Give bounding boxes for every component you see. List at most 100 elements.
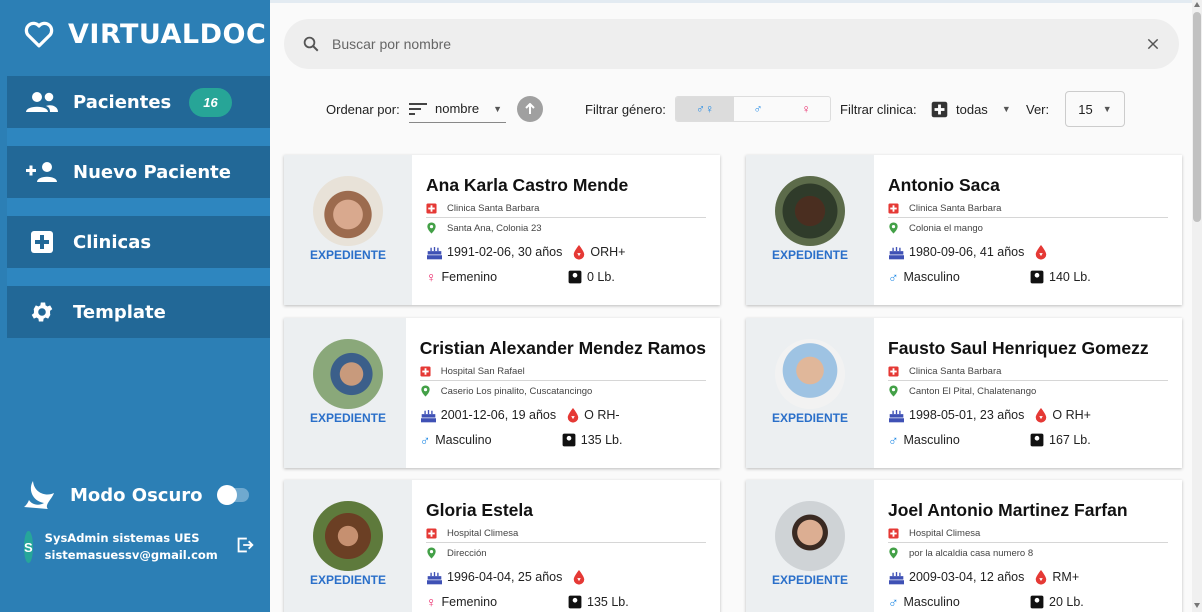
patient-clinic-row: Hospital San Rafael xyxy=(419,366,706,381)
patient-address-row: Santa Ana, Colonia 23 xyxy=(426,222,706,234)
patient-card-photo-panel: EXPEDIENTE xyxy=(284,480,412,612)
patient-card-photo-panel: EXPEDIENTE xyxy=(284,155,412,305)
scrollbar-thumb[interactable] xyxy=(1193,12,1201,222)
cake-icon xyxy=(888,408,905,423)
patient-card[interactable]: EXPEDIENTE Gloria Estela Hospital Climesa D… xyxy=(284,480,720,612)
sidebar-divider xyxy=(7,198,270,216)
expediente-link[interactable]: EXPEDIENTE xyxy=(746,411,874,425)
patient-card[interactable]: EXPEDIENTE Cristian Alexander Mendez Ramo… xyxy=(284,318,720,468)
location-pin-icon xyxy=(888,222,899,234)
gender-option-label: ♂♀ xyxy=(696,102,714,116)
expediente-link[interactable]: EXPEDIENTE xyxy=(284,411,412,425)
sort-select[interactable]: nombre ▼ xyxy=(409,95,506,123)
expediente-link[interactable]: EXPEDIENTE xyxy=(284,248,412,262)
main-content: Ordenar por: nombre ▼ Filtrar género: ♂♀… xyxy=(270,0,1202,612)
avatar xyxy=(775,176,845,246)
hospital-plus-icon xyxy=(888,366,899,377)
sidebar-item-template[interactable]: Template xyxy=(7,286,270,338)
cake-icon xyxy=(888,570,905,585)
dark-mode-toggle[interactable] xyxy=(216,485,249,505)
scrollbar[interactable] xyxy=(1192,0,1202,612)
page-size-select[interactable]: 15 ▼ xyxy=(1065,91,1125,127)
gender-symbol-icon: ♂ xyxy=(888,432,899,448)
sort-select-wrap: nombre ▼ xyxy=(409,90,506,128)
scale-icon xyxy=(1030,270,1044,284)
search-input[interactable] xyxy=(332,36,1145,52)
patient-gender-group: ♂ Masculino xyxy=(888,269,1030,285)
close-icon[interactable] xyxy=(1145,36,1161,52)
moon-icon xyxy=(24,481,54,509)
gender-symbol-icon: ♀ xyxy=(426,269,437,285)
patient-weight: 135 Lb. xyxy=(587,595,629,609)
patient-birth-row: 1996-04-04, 25 años xyxy=(426,569,706,585)
patient-clinic: Clinica Santa Barbara xyxy=(909,203,1002,214)
patient-weight-group: 167 Lb. xyxy=(1030,433,1091,447)
sidebar-item-nuevo-paciente[interactable]: Nuevo Paciente xyxy=(7,146,270,198)
sort-direction-button[interactable] xyxy=(517,96,543,122)
patient-gender: Masculino xyxy=(903,595,960,609)
user-info: SysAdmin sistemas UES sistemasuessv@gmai… xyxy=(45,530,218,564)
clinic-select[interactable]: todas ▼ xyxy=(931,95,1015,123)
patient-clinic-row: Hospital Climesa xyxy=(426,528,706,543)
patient-weight-group: 135 Lb. xyxy=(568,595,629,609)
patient-birth: 1996-04-04, 25 años xyxy=(447,570,563,584)
cake-icon xyxy=(888,245,905,260)
gender-option-all[interactable]: ♂♀ xyxy=(676,97,734,121)
patient-blood-type: ORH+ xyxy=(590,245,626,259)
patient-weight: 0 Lb. xyxy=(587,270,615,284)
patient-birth-row: 1991-02-06, 30 años ORH+ xyxy=(426,244,706,260)
gender-filter-wrap: ♂♀ ♂ ♀ xyxy=(675,90,831,128)
patient-address: Caserio Los pinalito, Cuscatancingo xyxy=(440,385,593,397)
location-pin-icon xyxy=(888,547,899,559)
view-select-wrap: 15 ▼ xyxy=(1065,90,1125,128)
scale-icon xyxy=(1030,433,1044,447)
patient-gender-group: ♀ Femenino xyxy=(426,269,568,285)
patient-gender-weight-row: ♂ Masculino 140 Lb. xyxy=(888,269,1168,285)
patient-card-photo-panel: EXPEDIENTE xyxy=(746,155,874,305)
patient-clinic-row: Hospital Climesa xyxy=(888,528,1168,543)
location-pin-icon xyxy=(426,222,437,234)
gender-option-male[interactable]: ♂ xyxy=(734,97,782,121)
patient-card-info: Cristian Alexander Mendez Ramos Hospital … xyxy=(406,318,720,468)
logout-icon[interactable] xyxy=(234,534,256,561)
sidebar-divider xyxy=(7,268,270,286)
page-size-value: 15 xyxy=(1078,101,1093,117)
gender-label: Filtrar género: xyxy=(585,101,666,117)
hospital-plus-icon xyxy=(426,203,437,214)
sort-lines-icon xyxy=(409,102,427,115)
blood-drop-icon xyxy=(572,244,586,260)
avatar[interactable]: S xyxy=(24,531,33,563)
patient-address-row: Dirección xyxy=(426,547,706,559)
patient-card[interactable]: EXPEDIENTE Joel Antonio Martinez Farfan Ho… xyxy=(746,480,1182,612)
gender-symbol-icon: ♂ xyxy=(419,432,431,448)
avatar xyxy=(775,501,845,571)
expediente-link[interactable]: EXPEDIENTE xyxy=(746,573,874,587)
gender-option-female[interactable]: ♀ xyxy=(782,97,830,121)
users-icon xyxy=(25,91,59,113)
patient-card[interactable]: EXPEDIENTE Ana Karla Castro Mende Clinica … xyxy=(284,155,720,305)
scroll-up-arrow[interactable] xyxy=(1194,2,1200,7)
sort-value: nombre xyxy=(435,101,480,116)
sidebar-item-label: Nuevo Paciente xyxy=(73,161,231,183)
scale-icon xyxy=(1030,595,1044,609)
patient-gender-weight-row: ♂ Masculino 167 Lb. xyxy=(888,432,1168,448)
expediente-link[interactable]: EXPEDIENTE xyxy=(284,573,412,587)
patient-gender-group: ♂ Masculino xyxy=(888,432,1030,448)
sidebar: VIRTUALDOC Pacientes 16 Nuevo Paciente C… xyxy=(0,0,270,612)
patient-card[interactable]: EXPEDIENTE Fausto Saul Henriquez Gomezz Cl… xyxy=(746,318,1182,468)
patient-card-info: Joel Antonio Martinez Farfan Hospital Cli… xyxy=(874,480,1182,612)
scroll-down-arrow[interactable] xyxy=(1194,603,1200,608)
patient-clinic: Hospital Climesa xyxy=(909,528,981,539)
patient-clinic: Hospital Climesa xyxy=(447,528,519,539)
dark-mode-row: Modo Oscuro xyxy=(24,479,249,511)
sidebar-item-pacientes[interactable]: Pacientes 16 xyxy=(7,76,270,128)
app-logo[interactable]: VIRTUALDOC xyxy=(24,14,266,54)
expediente-link[interactable]: EXPEDIENTE xyxy=(746,248,874,262)
patient-card[interactable]: EXPEDIENTE Antonio Saca Clinica Santa Barb… xyxy=(746,155,1182,305)
gender-filter: ♂♀ ♂ ♀ xyxy=(675,96,831,122)
patient-gender: Masculino xyxy=(903,433,960,447)
patient-name: Fausto Saul Henriquez Gomezz xyxy=(888,338,1149,358)
cake-icon xyxy=(426,570,443,585)
patient-weight: 167 Lb. xyxy=(1049,433,1091,447)
sidebar-item-clinicas[interactable]: Clinicas xyxy=(7,216,270,268)
